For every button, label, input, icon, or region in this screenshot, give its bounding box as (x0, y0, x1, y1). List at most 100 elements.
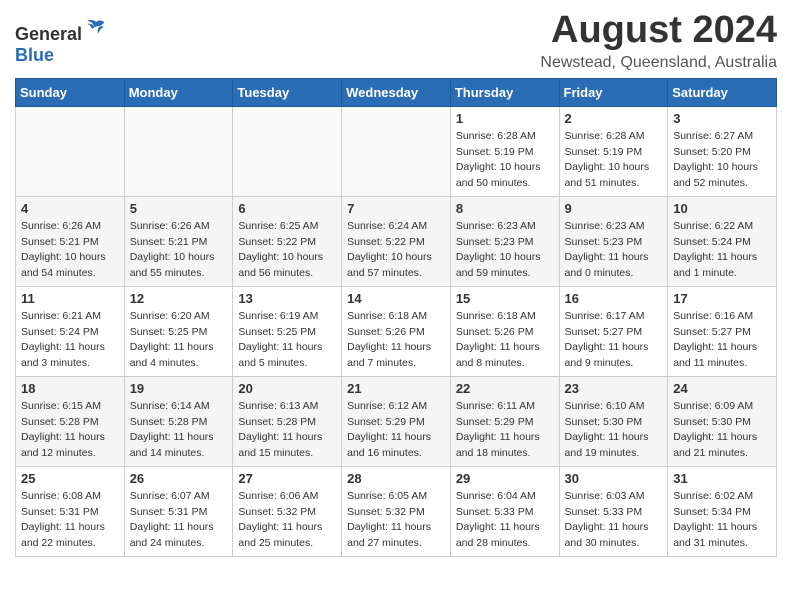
week-row-1: 1Sunrise: 6:28 AM Sunset: 5:19 PM Daylig… (16, 106, 777, 196)
day-number: 24 (673, 381, 771, 396)
day-info: Sunrise: 6:25 AM Sunset: 5:22 PM Dayligh… (238, 219, 336, 282)
day-info: Sunrise: 6:21 AM Sunset: 5:24 PM Dayligh… (21, 309, 119, 372)
day-number: 7 (347, 201, 445, 216)
calendar-cell: 5 Sunrise: 6:26 AM Sunset: 5:21 PM Daylig… (124, 196, 233, 286)
day-number: 16 (565, 291, 663, 306)
day-number: 15 (456, 291, 554, 306)
day-info: Sunrise: 6:23 AM Sunset: 5:23 PM Dayligh… (565, 219, 663, 282)
day-header-saturday: Saturday (668, 78, 777, 106)
day-info: Sunrise: 6:19 AM Sunset: 5:25 PM Dayligh… (238, 309, 336, 372)
day-info: Sunrise: 6:02 AM Sunset: 5:34 PM Dayligh… (673, 489, 771, 552)
calendar-header-row: SundayMondayTuesdayWednesdayThursdayFrid… (16, 78, 777, 106)
page-header: General Blue August 2024 Newstead, Queen… (15, 10, 777, 72)
calendar-cell: 16 Sunrise: 6:17 AM Sunset: 5:27 PM Dayli… (559, 286, 668, 376)
day-info: Sunrise: 6:09 AM Sunset: 5:30 PM Dayligh… (673, 399, 771, 462)
day-number: 11 (21, 291, 119, 306)
calendar-cell (16, 106, 125, 196)
day-number: 27 (238, 471, 336, 486)
calendar-cell: 21 Sunrise: 6:12 AM Sunset: 5:29 PM Dayli… (342, 376, 451, 466)
calendar-cell: 27 Sunrise: 6:06 AM Sunset: 5:32 PM Dayli… (233, 466, 342, 556)
day-info: Sunrise: 6:28 AM Sunset: 5:19 PM Dayligh… (565, 129, 663, 192)
day-info: Sunrise: 6:07 AM Sunset: 5:31 PM Dayligh… (130, 489, 228, 552)
calendar-cell: 30 Sunrise: 6:03 AM Sunset: 5:33 PM Dayli… (559, 466, 668, 556)
day-number: 6 (238, 201, 336, 216)
calendar-cell: 26Sunrise: 6:07 AM Sunset: 5:31 PM Dayli… (124, 466, 233, 556)
day-number: 9 (565, 201, 663, 216)
day-info: Sunrise: 6:08 AM Sunset: 5:31 PM Dayligh… (21, 489, 119, 552)
calendar-cell: 22 Sunrise: 6:11 AM Sunset: 5:29 PM Dayli… (450, 376, 559, 466)
day-info: Sunrise: 6:28 AM Sunset: 5:19 PM Dayligh… (456, 129, 554, 192)
day-number: 25 (21, 471, 119, 486)
day-number: 20 (238, 381, 336, 396)
calendar-cell: 31 Sunrise: 6:02 AM Sunset: 5:34 PM Dayli… (668, 466, 777, 556)
day-header-thursday: Thursday (450, 78, 559, 106)
calendar-cell: 12 Sunrise: 6:20 AM Sunset: 5:25 PM Dayli… (124, 286, 233, 376)
day-info: Sunrise: 6:04 AM Sunset: 5:33 PM Dayligh… (456, 489, 554, 552)
calendar-cell: 10Sunrise: 6:22 AM Sunset: 5:24 PM Dayli… (668, 196, 777, 286)
calendar-cell (233, 106, 342, 196)
day-number: 22 (456, 381, 554, 396)
day-info: Sunrise: 6:27 AM Sunset: 5:20 PM Dayligh… (673, 129, 771, 192)
day-number: 2 (565, 111, 663, 126)
day-number: 31 (673, 471, 771, 486)
calendar-cell: 23Sunrise: 6:10 AM Sunset: 5:30 PM Dayli… (559, 376, 668, 466)
logo-text: General Blue (15, 16, 108, 66)
logo-general: General (15, 24, 82, 44)
calendar-cell: 24 Sunrise: 6:09 AM Sunset: 5:30 PM Dayli… (668, 376, 777, 466)
calendar-cell: 19 Sunrise: 6:14 AM Sunset: 5:28 PM Dayli… (124, 376, 233, 466)
day-header-friday: Friday (559, 78, 668, 106)
day-info: Sunrise: 6:17 AM Sunset: 5:27 PM Dayligh… (565, 309, 663, 372)
day-info: Sunrise: 6:24 AM Sunset: 5:22 PM Dayligh… (347, 219, 445, 282)
day-info: Sunrise: 6:12 AM Sunset: 5:29 PM Dayligh… (347, 399, 445, 462)
week-row-4: 18 Sunrise: 6:15 AM Sunset: 5:28 PM Dayli… (16, 376, 777, 466)
week-row-3: 11 Sunrise: 6:21 AM Sunset: 5:24 PM Dayli… (16, 286, 777, 376)
calendar-cell: 29Sunrise: 6:04 AM Sunset: 5:33 PM Dayli… (450, 466, 559, 556)
day-info: Sunrise: 6:14 AM Sunset: 5:28 PM Dayligh… (130, 399, 228, 462)
calendar-cell: 15 Sunrise: 6:18 AM Sunset: 5:26 PM Dayli… (450, 286, 559, 376)
day-info: Sunrise: 6:23 AM Sunset: 5:23 PM Dayligh… (456, 219, 554, 282)
calendar-cell (342, 106, 451, 196)
calendar-cell: 2 Sunrise: 6:28 AM Sunset: 5:19 PM Daylig… (559, 106, 668, 196)
day-info: Sunrise: 6:26 AM Sunset: 5:21 PM Dayligh… (130, 219, 228, 282)
day-number: 28 (347, 471, 445, 486)
day-number: 5 (130, 201, 228, 216)
day-number: 17 (673, 291, 771, 306)
calendar-table: SundayMondayTuesdayWednesdayThursdayFrid… (15, 78, 777, 557)
day-number: 4 (21, 201, 119, 216)
calendar-cell: 25 Sunrise: 6:08 AM Sunset: 5:31 PM Dayli… (16, 466, 125, 556)
logo: General Blue (15, 16, 108, 66)
day-info: Sunrise: 6:06 AM Sunset: 5:32 PM Dayligh… (238, 489, 336, 552)
calendar-cell: 11 Sunrise: 6:21 AM Sunset: 5:24 PM Dayli… (16, 286, 125, 376)
day-header-sunday: Sunday (16, 78, 125, 106)
day-number: 3 (673, 111, 771, 126)
day-number: 13 (238, 291, 336, 306)
logo-blue: Blue (15, 45, 54, 65)
calendar-cell: 18 Sunrise: 6:15 AM Sunset: 5:28 PM Dayli… (16, 376, 125, 466)
day-info: Sunrise: 6:15 AM Sunset: 5:28 PM Dayligh… (21, 399, 119, 462)
day-number: 18 (21, 381, 119, 396)
day-number: 14 (347, 291, 445, 306)
day-info: Sunrise: 6:11 AM Sunset: 5:29 PM Dayligh… (456, 399, 554, 462)
month-title: August 2024 (540, 10, 777, 52)
day-info: Sunrise: 6:18 AM Sunset: 5:26 PM Dayligh… (347, 309, 445, 372)
calendar-cell: 17Sunrise: 6:16 AM Sunset: 5:27 PM Dayli… (668, 286, 777, 376)
calendar-cell: 14 Sunrise: 6:18 AM Sunset: 5:26 PM Dayli… (342, 286, 451, 376)
day-info: Sunrise: 6:03 AM Sunset: 5:33 PM Dayligh… (565, 489, 663, 552)
day-number: 12 (130, 291, 228, 306)
day-number: 10 (673, 201, 771, 216)
day-info: Sunrise: 6:26 AM Sunset: 5:21 PM Dayligh… (21, 219, 119, 282)
calendar-cell: 20Sunrise: 6:13 AM Sunset: 5:28 PM Dayli… (233, 376, 342, 466)
calendar-cell: 13 Sunrise: 6:19 AM Sunset: 5:25 PM Dayli… (233, 286, 342, 376)
day-info: Sunrise: 6:20 AM Sunset: 5:25 PM Dayligh… (130, 309, 228, 372)
day-number: 30 (565, 471, 663, 486)
day-info: Sunrise: 6:18 AM Sunset: 5:26 PM Dayligh… (456, 309, 554, 372)
day-header-tuesday: Tuesday (233, 78, 342, 106)
calendar-cell: 7 Sunrise: 6:24 AM Sunset: 5:22 PM Daylig… (342, 196, 451, 286)
calendar-cell (124, 106, 233, 196)
logo-bird-icon (84, 16, 108, 40)
calendar-cell: 8Sunrise: 6:23 AM Sunset: 5:23 PM Daylig… (450, 196, 559, 286)
location-title: Newstead, Queensland, Australia (540, 54, 777, 72)
day-number: 19 (130, 381, 228, 396)
day-number: 21 (347, 381, 445, 396)
calendar-cell: 1Sunrise: 6:28 AM Sunset: 5:19 PM Daylig… (450, 106, 559, 196)
